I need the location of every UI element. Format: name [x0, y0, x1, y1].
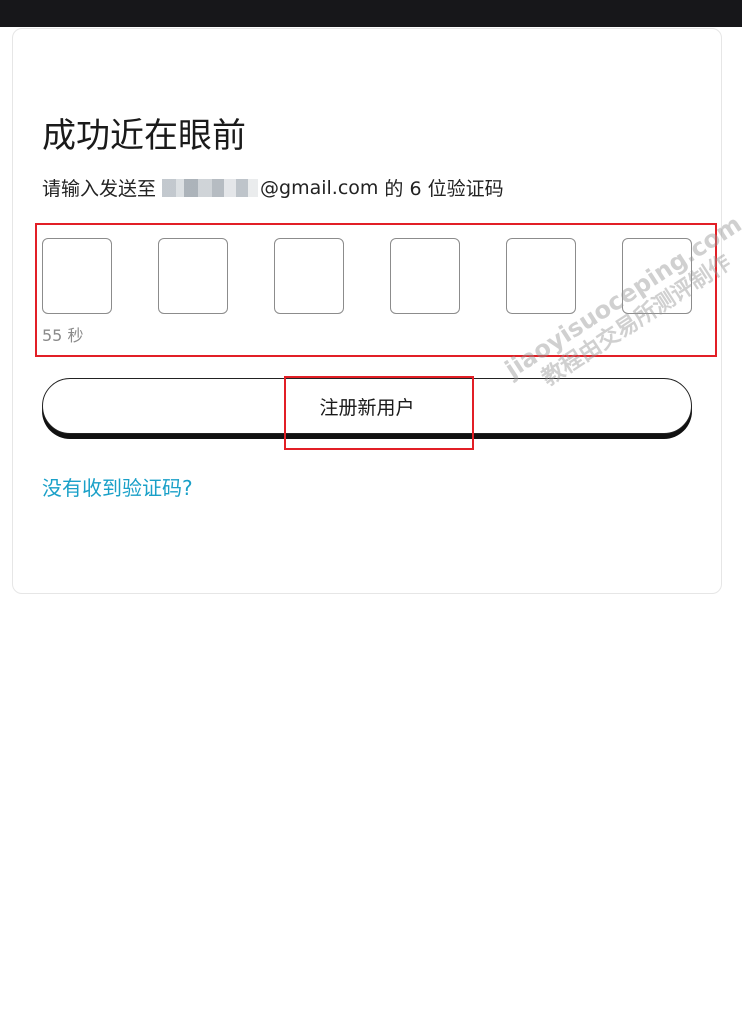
resend-code-link[interactable]: 没有收到验证码? [42, 472, 193, 501]
register-button[interactable]: 注册新用户 [42, 378, 692, 434]
masked-email-local-part [162, 178, 259, 197]
email-domain: @gmail.com [260, 176, 379, 199]
resend-countdown: 55 秒 [42, 326, 84, 345]
code-input-5[interactable] [506, 238, 576, 314]
code-input-3[interactable] [274, 238, 344, 314]
page-title: 成功近在眼前 [42, 116, 246, 156]
instruction-suffix: 的 6 位验证码 [384, 178, 504, 200]
verification-instruction: 请输入发送至 @gmail.com 的 6 位验证码 [42, 174, 504, 201]
top-bar [0, 0, 742, 27]
code-input-4[interactable] [390, 238, 460, 314]
instruction-prefix: 请输入发送至 [42, 178, 157, 200]
code-input-2[interactable] [158, 238, 228, 314]
code-input-1[interactable] [42, 238, 112, 314]
